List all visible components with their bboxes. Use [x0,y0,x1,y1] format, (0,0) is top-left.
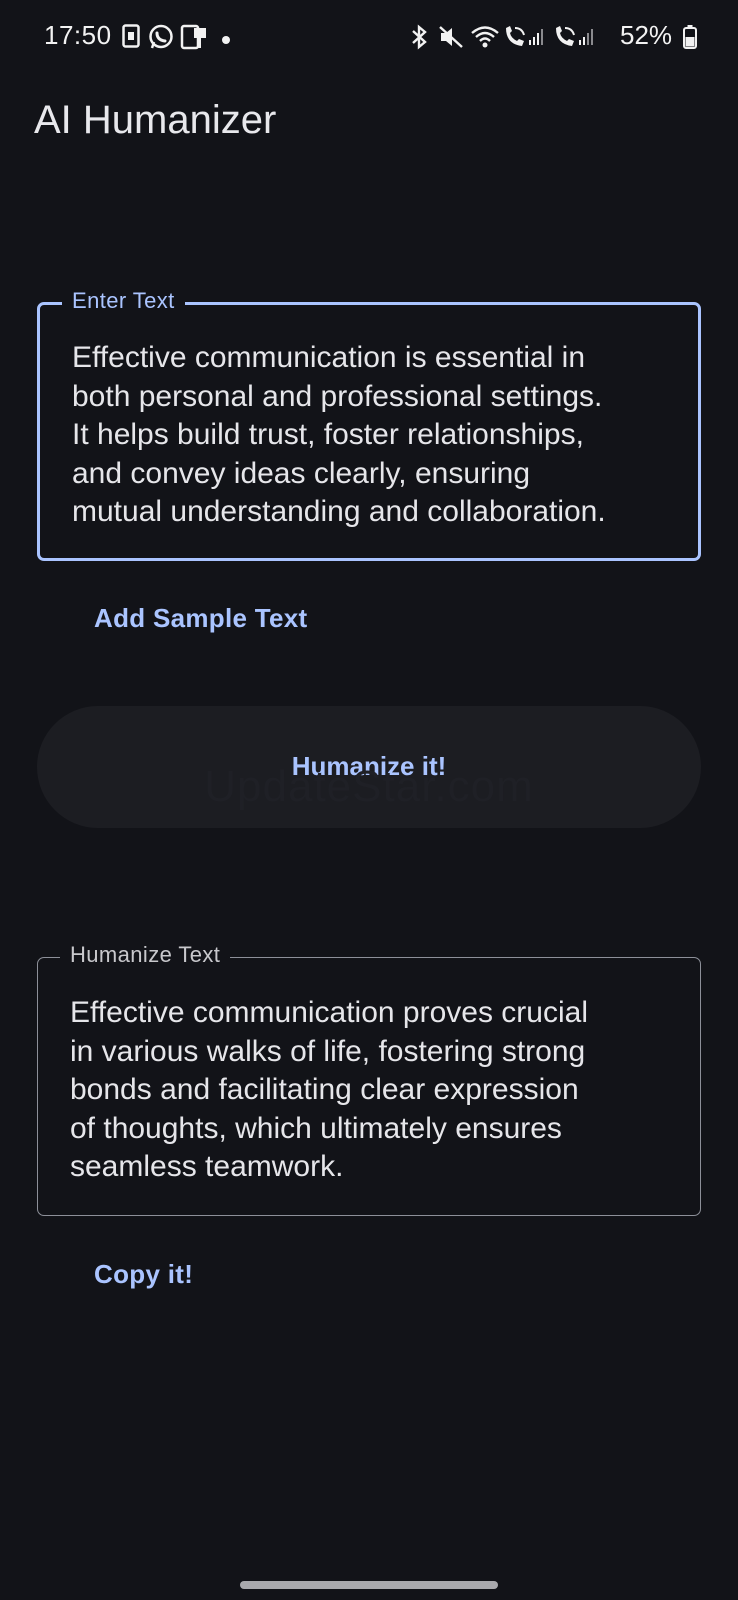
status-time: 17:50 [44,20,112,50]
gesture-nav-handle[interactable] [240,1581,498,1589]
humanized-text-field[interactable]: Humanize Text Effective communication pr… [37,942,701,1216]
mute-icon [438,24,464,55]
status-bar: 17:50 52% [0,0,738,76]
signal-2-icon [578,28,594,51]
wifi-icon [470,24,500,55]
watermark: UpdateStar.com [204,762,534,811]
app-title: AI Humanizer [34,98,277,142]
copy-button[interactable]: Copy it! [94,1259,193,1290]
dot-icon [221,32,231,50]
whatsapp-icon [148,24,174,55]
wifi-call-2-icon [552,24,578,55]
notification-icon [180,24,208,55]
humanize-button[interactable]: Humanize it! UpdateStar.com [37,706,701,828]
input-field-label: Enter Text [62,288,185,314]
bluetooth-icon [410,24,428,55]
input-text-field[interactable]: Enter Text Effective communication is es… [37,288,701,561]
battery-percent: 52% [620,20,673,50]
battery-icon [683,25,697,54]
output-field-label: Humanize Text [60,942,231,968]
input-field-value[interactable]: Effective communication is essential in … [72,339,672,532]
output-field-value[interactable]: Effective communication proves crucial i… [70,994,670,1187]
sim-card-icon [122,24,140,53]
wifi-call-1-icon [502,24,528,55]
screen: 17:50 52% AI Humanizer Enter Text Effect… [0,0,738,1600]
add-sample-text-button[interactable]: Add Sample Text [94,603,308,634]
signal-1-icon [528,28,544,51]
